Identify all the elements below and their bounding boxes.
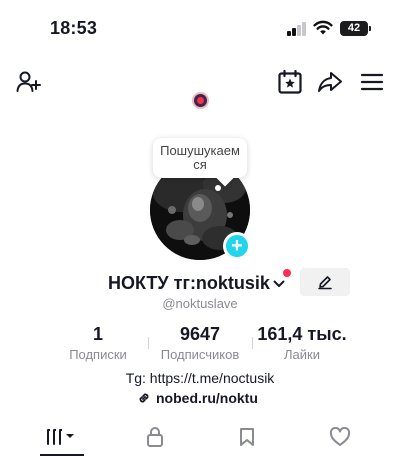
chevron-down-icon — [66, 434, 74, 438]
stat-label: Подписчиков — [160, 347, 240, 362]
stat-value: 161,4 тыс. — [257, 324, 347, 344]
menu-button[interactable] — [358, 68, 386, 96]
tab-private[interactable] — [140, 422, 170, 452]
link-icon — [137, 391, 151, 405]
stat-value: 9647 — [179, 324, 221, 344]
stat-likes[interactable]: 161,4 тыс. Лайки — [255, 324, 349, 362]
grid-icon — [47, 429, 74, 445]
status-bar: 18:53 42 — [0, 0, 400, 60]
stat-divider — [252, 337, 253, 349]
status-time: 18:53 — [50, 18, 98, 38]
stat-value: 1 — [92, 324, 103, 344]
stat-label: Лайки — [284, 347, 320, 362]
menu-icon — [360, 73, 384, 91]
lock-icon — [147, 427, 163, 447]
bio-link-text: nobed.ru/noktu — [156, 390, 258, 406]
username: @noktuslave — [162, 296, 238, 311]
add-friend-icon — [16, 71, 41, 92]
battery-indicator: 42 — [340, 21, 371, 36]
wifi-icon — [313, 20, 333, 35]
tab-liked[interactable] — [325, 422, 355, 452]
stat-divider — [148, 337, 149, 349]
pencil-icon — [318, 276, 332, 290]
bio-text: Tg: https://t.me/noctusik — [125, 370, 275, 386]
share-button[interactable] — [316, 68, 344, 96]
tooltip-text: Пошушукаемся — [160, 143, 240, 172]
story-indicator-dot[interactable] — [194, 94, 207, 107]
profile-name-row[interactable]: НОКТУ тг:noktusik — [108, 271, 285, 295]
tab-videos[interactable] — [38, 422, 88, 452]
edit-profile-button[interactable] — [300, 268, 350, 296]
bio-link[interactable]: nobed.ru/noktu — [137, 390, 258, 406]
stat-following[interactable]: 1 Подписки — [62, 324, 134, 362]
signal-icon — [287, 22, 307, 36]
heart-icon — [329, 427, 351, 446]
tab-saved[interactable] — [232, 422, 262, 452]
stat-label: Подписки — [69, 347, 127, 362]
status-tooltip[interactable]: Пошушукаемся — [153, 138, 247, 178]
bookmark-icon — [240, 428, 254, 446]
profile-tabs — [0, 416, 400, 456]
share-icon — [318, 72, 342, 92]
notification-dot — [283, 269, 291, 277]
add-avatar-button[interactable]: + — [223, 232, 251, 260]
add-friend-button[interactable] — [15, 68, 43, 96]
calendar-button[interactable] — [276, 68, 304, 96]
chevron-down-icon — [273, 280, 285, 287]
display-name: НОКТУ тг:noktusik — [108, 272, 270, 293]
calendar-star-icon — [278, 69, 302, 94]
stat-followers[interactable]: 9647 Подписчиков — [152, 324, 248, 362]
